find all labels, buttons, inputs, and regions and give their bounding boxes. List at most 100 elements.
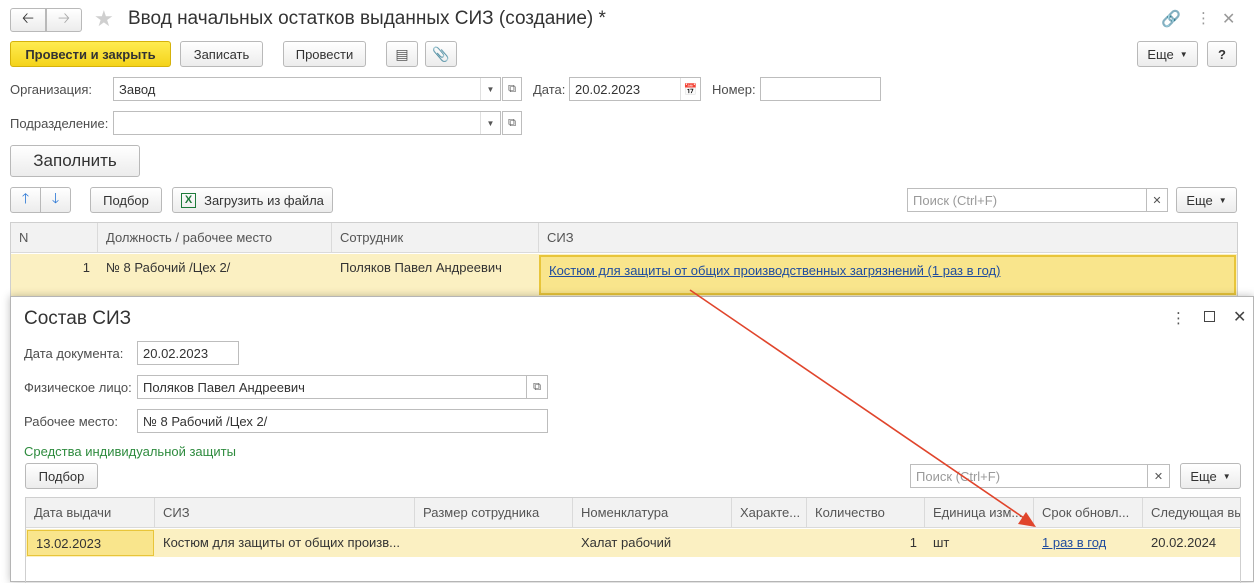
doc-date-label: Дата документа:: [24, 346, 124, 361]
section-title: Средства индивидуальной защиты: [24, 444, 236, 459]
cell-nomenclature: Халат рабочий: [581, 535, 672, 550]
select-button[interactable]: Подбор: [90, 187, 162, 213]
col-header-employee[interactable]: Сотрудник: [332, 223, 539, 253]
col-header-nomenclature[interactable]: Номенклатура: [573, 498, 732, 528]
cell-unit: шт: [933, 535, 950, 550]
dialog-search-input[interactable]: Поиск (Ctrl+F): [910, 464, 1148, 488]
dialog-more-button[interactable]: Еще ▼: [1180, 463, 1241, 489]
attachment-button[interactable]: 📎: [425, 41, 457, 67]
more-menu-button[interactable]: Еще ▼: [1137, 41, 1198, 67]
col-header-period[interactable]: Срок обновл...: [1034, 498, 1143, 528]
table-row[interactable]: 13.02.2023 Костюм для защиты от общих пр…: [26, 529, 1240, 557]
department-field[interactable]: ▼: [113, 111, 501, 135]
col-header-next-issue[interactable]: Следующая вы: [1143, 498, 1240, 528]
excel-icon: X: [181, 192, 197, 208]
close-icon[interactable]: ✕: [1233, 307, 1246, 327]
open-window-icon: ⧉: [533, 380, 541, 393]
arrow-up-icon: 🡑: [21, 190, 30, 206]
load-from-file-button[interactable]: X Загрузить из файла: [172, 187, 333, 213]
workplace-label: Рабочее место:: [24, 414, 119, 429]
chevron-down-icon: ▼: [1218, 195, 1227, 205]
cell-issue-date[interactable]: 13.02.2023: [27, 530, 154, 556]
col-header-size[interactable]: Размер сотрудника: [415, 498, 573, 528]
cell-employee: Поляков Павел Андреевич: [340, 260, 502, 275]
department-open-button[interactable]: ⧉: [502, 111, 522, 135]
main-table: N Должность / рабочее место Сотрудник СИ…: [10, 222, 1238, 302]
person-field[interactable]: Поляков Павел Андреевич: [137, 375, 527, 399]
number-label: Номер:: [712, 82, 756, 97]
cell-quantity: 1: [909, 535, 917, 550]
col-header-issue-date[interactable]: Дата выдачи: [26, 498, 155, 528]
favorite-star-icon[interactable]: ★: [94, 6, 114, 32]
col-header-siz[interactable]: СИЗ: [155, 498, 415, 528]
cell-characteristic: [732, 529, 807, 541]
workplace-field[interactable]: № 8 Рабочий /Цех 2/: [137, 409, 548, 433]
dialog-search-placeholder: Поиск (Ctrl+F): [916, 469, 1001, 484]
help-button[interactable]: ?: [1207, 41, 1237, 67]
report-button[interactable]: ▤: [386, 41, 418, 67]
date-field[interactable]: 20.02.2023 📅: [569, 77, 701, 101]
window-title: Ввод начальных остатков выданных СИЗ (со…: [128, 8, 606, 29]
organization-label: Организация:: [10, 82, 93, 97]
chevron-down-icon[interactable]: ▼: [480, 78, 500, 100]
cell-size: [415, 529, 573, 541]
date-value: 20.02.2023: [575, 82, 641, 97]
more-menu-label: Еще: [1147, 46, 1174, 62]
open-window-icon: ⧉: [508, 82, 516, 95]
forward-button[interactable]: 🡢: [46, 8, 82, 32]
maximize-icon[interactable]: [1204, 311, 1215, 322]
more-vertical-icon[interactable]: ⋮: [1196, 9, 1211, 27]
dialog-title: Состав СИЗ: [24, 308, 132, 329]
arrow-down-icon: 🡓: [51, 190, 60, 206]
person-open-button[interactable]: ⧉: [526, 375, 548, 399]
more-vertical-icon[interactable]: ⋮: [1171, 309, 1186, 327]
move-down-button[interactable]: 🡓: [40, 187, 71, 213]
cell-n: 1: [82, 260, 90, 275]
department-label: Подразделение:: [10, 116, 109, 131]
search-placeholder: Поиск (Ctrl+F): [913, 193, 998, 208]
dialog-table: Дата выдачи СИЗ Размер сотрудника Номенк…: [25, 497, 1241, 583]
col-header-unit[interactable]: Единица изм...: [925, 498, 1034, 528]
col-header-quantity[interactable]: Количество: [807, 498, 925, 528]
move-up-button[interactable]: 🡑: [10, 187, 41, 213]
dialog-search-clear-button[interactable]: ✕: [1147, 464, 1170, 488]
col-header-position[interactable]: Должность / рабочее место: [98, 223, 332, 253]
cell-period[interactable]: 1 раз в год: [1034, 529, 1143, 556]
period-link[interactable]: 1 раз в год: [1042, 535, 1106, 550]
table-row[interactable]: 1 № 8 Рабочий /Цех 2/ Поляков Павел Андр…: [11, 254, 1237, 301]
cell-siz[interactable]: Костюм для защиты от общих производствен…: [539, 255, 1236, 295]
cell-next-issue: 20.02.2024: [1151, 535, 1217, 550]
chevron-down-icon[interactable]: ▼: [480, 112, 500, 134]
post-button[interactable]: Провести: [283, 41, 366, 67]
search-clear-button[interactable]: ✕: [1146, 188, 1168, 212]
doc-date-field[interactable]: 20.02.2023: [137, 341, 239, 365]
close-icon: ✕: [1153, 470, 1164, 483]
dialog-more-label: Еще: [1190, 468, 1217, 484]
table-more-label: Еще: [1186, 192, 1213, 208]
post-and-close-button[interactable]: Провести и закрыть: [10, 41, 171, 67]
col-header-n[interactable]: N: [11, 223, 98, 253]
document-list-icon: ▤: [395, 45, 409, 62]
arrow-right-icon: 🡢: [57, 9, 71, 27]
arrow-left-icon: 🡠: [21, 9, 35, 27]
chevron-down-icon: ▼: [1179, 49, 1188, 59]
col-header-characteristic[interactable]: Характе...: [732, 498, 807, 528]
close-icon[interactable]: ✕: [1222, 9, 1235, 29]
siz-dialog: Состав СИЗ ⋮ ✕ Дата документа: 20.02.202…: [10, 296, 1254, 583]
organization-open-button[interactable]: ⧉: [502, 77, 522, 101]
back-button[interactable]: 🡠: [10, 8, 46, 32]
link-icon[interactable]: 🔗: [1161, 9, 1181, 29]
open-window-icon: ⧉: [508, 116, 516, 129]
organization-field[interactable]: Завод ▼: [113, 77, 501, 101]
close-icon: ✕: [1152, 194, 1162, 207]
dialog-select-button[interactable]: Подбор: [25, 463, 98, 489]
number-field[interactable]: [760, 77, 881, 101]
fill-button[interactable]: Заполнить: [10, 145, 140, 177]
col-header-siz[interactable]: СИЗ: [539, 223, 1237, 253]
search-input[interactable]: Поиск (Ctrl+F): [907, 188, 1147, 212]
paperclip-icon: 📎: [432, 45, 450, 62]
siz-link[interactable]: Костюм для защиты от общих производствен…: [549, 263, 1000, 278]
table-more-button[interactable]: Еще ▼: [1176, 187, 1237, 213]
save-button[interactable]: Записать: [180, 41, 263, 67]
calendar-icon[interactable]: 📅: [680, 78, 700, 100]
